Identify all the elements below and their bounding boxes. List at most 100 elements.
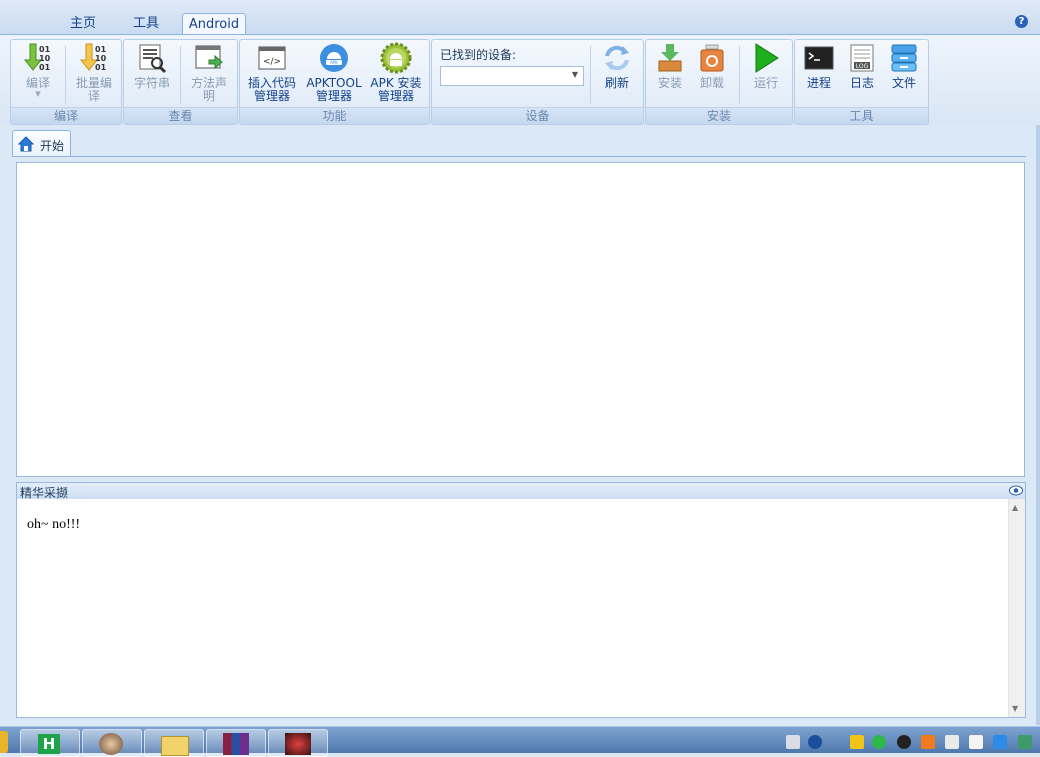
group-view: 字符串 方法声 明 查看 xyxy=(123,39,238,125)
install-box-icon xyxy=(658,44,682,72)
help-icon[interactable]: ? xyxy=(1015,15,1028,28)
group-label-view: 查看 xyxy=(124,107,237,124)
found-devices-label: 已找到的设备: xyxy=(440,48,517,62)
install-label: 安装 xyxy=(657,76,682,90)
apk-install-manager-button[interactable]: APK 安装 管理器 xyxy=(366,42,426,103)
refresh-icon xyxy=(605,45,629,71)
separator xyxy=(590,46,591,104)
flag-icon[interactable] xyxy=(969,735,983,749)
process-button[interactable]: 进程 xyxy=(797,42,841,90)
qq-icon[interactable] xyxy=(897,735,911,749)
file-label: 文件 xyxy=(891,76,916,90)
log-button[interactable]: LOG 日志 xyxy=(840,42,884,90)
help-tray-icon[interactable] xyxy=(808,735,822,749)
apktool-manager-button[interactable]: APK APKTOOL 管理器 xyxy=(304,42,364,103)
ribbon-tab-bar: 主页 工具 Android ? xyxy=(0,0,1040,36)
code-window-icon: </> xyxy=(258,46,286,70)
scroll-down-icon[interactable]: ▼ xyxy=(1012,704,1018,713)
uninstall-button[interactable]: 卸载 xyxy=(690,42,734,90)
tray-app-icon[interactable] xyxy=(850,735,864,749)
uninstall-label: 卸载 xyxy=(699,76,724,90)
device-combobox[interactable]: ▼ xyxy=(440,66,584,86)
svg-text:LOG: LOG xyxy=(856,63,869,70)
ribbon: 01 10 01 编译 ▼ 01 10 01 批量编 译 编译 字符串 方法声 … xyxy=(0,34,1040,126)
compile-button[interactable]: 01 10 01 编译 ▼ xyxy=(13,42,63,98)
chevron-down-icon[interactable]: ▼ xyxy=(13,90,63,98)
folder-icon xyxy=(161,736,189,756)
apktool-android-icon: APK xyxy=(320,44,348,72)
batch-compile-arrow-icon: 01 10 01 xyxy=(79,43,107,72)
taskbar-app-winrar[interactable] xyxy=(206,729,266,757)
group-function: </> 插入代码 管理器 APK APKTOOL 管理器 APK 安装 管理器 … xyxy=(239,39,430,125)
window-tray-icon[interactable] xyxy=(945,735,959,749)
chevron-down-icon[interactable]: ▼ xyxy=(572,70,578,79)
network-icon[interactable] xyxy=(993,735,1007,749)
compile-label: 编译 xyxy=(25,76,50,90)
eye-icon[interactable] xyxy=(1009,485,1023,496)
h-app-icon: H xyxy=(38,734,60,754)
scroll-up-icon[interactable]: ▲ xyxy=(1012,503,1018,512)
home-icon xyxy=(18,136,34,152)
bottom-content-panel[interactable]: oh~ no!!! ▲ ▼ xyxy=(16,499,1026,718)
window-right-edge xyxy=(1036,125,1040,725)
bottom-panel-header: 精华采撷 xyxy=(16,482,1026,500)
apktool-label-2: 管理器 xyxy=(315,89,352,103)
strings-label: 字符串 xyxy=(133,76,170,90)
start-edge[interactable] xyxy=(0,731,8,753)
file-button[interactable]: 文件 xyxy=(882,42,926,90)
group-label-install: 安装 xyxy=(646,107,792,124)
run-button[interactable]: 运行 xyxy=(744,42,788,90)
separator xyxy=(739,46,740,104)
batch-compile-label-2: 译 xyxy=(87,89,100,103)
insert-code-label-2: 管理器 xyxy=(253,89,290,103)
doc-tab-label: 开始 xyxy=(40,139,65,153)
security-shield-icon[interactable] xyxy=(921,735,935,749)
doc-tab-start[interactable]: 开始 xyxy=(12,130,71,157)
refresh-label: 刷新 xyxy=(604,76,629,90)
install-button[interactable]: 安装 xyxy=(648,42,692,90)
play-icon xyxy=(755,43,779,73)
refresh-button[interactable]: 刷新 xyxy=(595,42,639,90)
run-label: 运行 xyxy=(753,76,778,90)
keyboard-icon[interactable] xyxy=(786,735,800,749)
method-declaration-button[interactable]: 方法声 明 xyxy=(184,42,234,103)
wechat-icon[interactable] xyxy=(872,735,886,749)
taskbar-app-h[interactable]: H xyxy=(20,729,80,757)
group-label-compile: 编译 xyxy=(11,107,121,124)
group-compile: 01 10 01 编译 ▼ 01 10 01 批量编 译 编译 xyxy=(10,39,122,125)
group-label-device: 设备 xyxy=(432,107,643,124)
log-label: 日志 xyxy=(849,76,874,90)
batch-compile-button[interactable]: 01 10 01 批量编 译 xyxy=(69,42,119,103)
svg-text:APK: APK xyxy=(330,60,338,65)
group-label-tools: 工具 xyxy=(795,107,928,124)
tab-tools[interactable]: 工具 xyxy=(120,13,172,35)
svg-text:</>: </> xyxy=(263,57,281,67)
android-gear-icon xyxy=(380,42,412,74)
display-tray-icon[interactable] xyxy=(1018,735,1032,749)
taskbar-app-game[interactable] xyxy=(268,729,328,757)
document-area: 开始 精华采撷 oh~ no!!! ▲ ▼ xyxy=(0,125,1040,725)
svg-text:01: 01 xyxy=(95,45,107,54)
taskbar-app-portrait[interactable] xyxy=(82,729,142,757)
taskbar-app-explorer[interactable] xyxy=(144,729,204,757)
uninstall-recycle-icon xyxy=(700,44,724,72)
svg-text:10: 10 xyxy=(39,54,51,63)
vertical-scrollbar[interactable]: ▲ ▼ xyxy=(1008,499,1025,717)
strings-button[interactable]: 字符串 xyxy=(127,42,177,90)
separator xyxy=(180,46,181,104)
group-tools: 进程 LOG 日志 文件 工具 xyxy=(794,39,929,125)
svg-text:01: 01 xyxy=(39,45,51,54)
insert-code-manager-button[interactable]: </> 插入代码 管理器 xyxy=(242,42,302,103)
apk-install-label-2: 管理器 xyxy=(377,89,414,103)
main-content-panel[interactable] xyxy=(16,162,1025,477)
tab-android[interactable]: Android xyxy=(182,13,246,36)
svg-text:10: 10 xyxy=(95,54,107,63)
strings-search-icon xyxy=(139,44,167,74)
method-export-icon xyxy=(195,45,223,70)
file-cabinet-icon xyxy=(891,44,917,72)
group-install: 安装 卸载 运行 安装 xyxy=(645,39,793,125)
method-declaration-label-2: 明 xyxy=(202,89,215,103)
log-file-icon: LOG xyxy=(850,44,874,72)
tab-home[interactable]: 主页 xyxy=(57,13,109,35)
group-device: 已找到的设备: ▼ 刷新 设备 xyxy=(431,39,644,125)
